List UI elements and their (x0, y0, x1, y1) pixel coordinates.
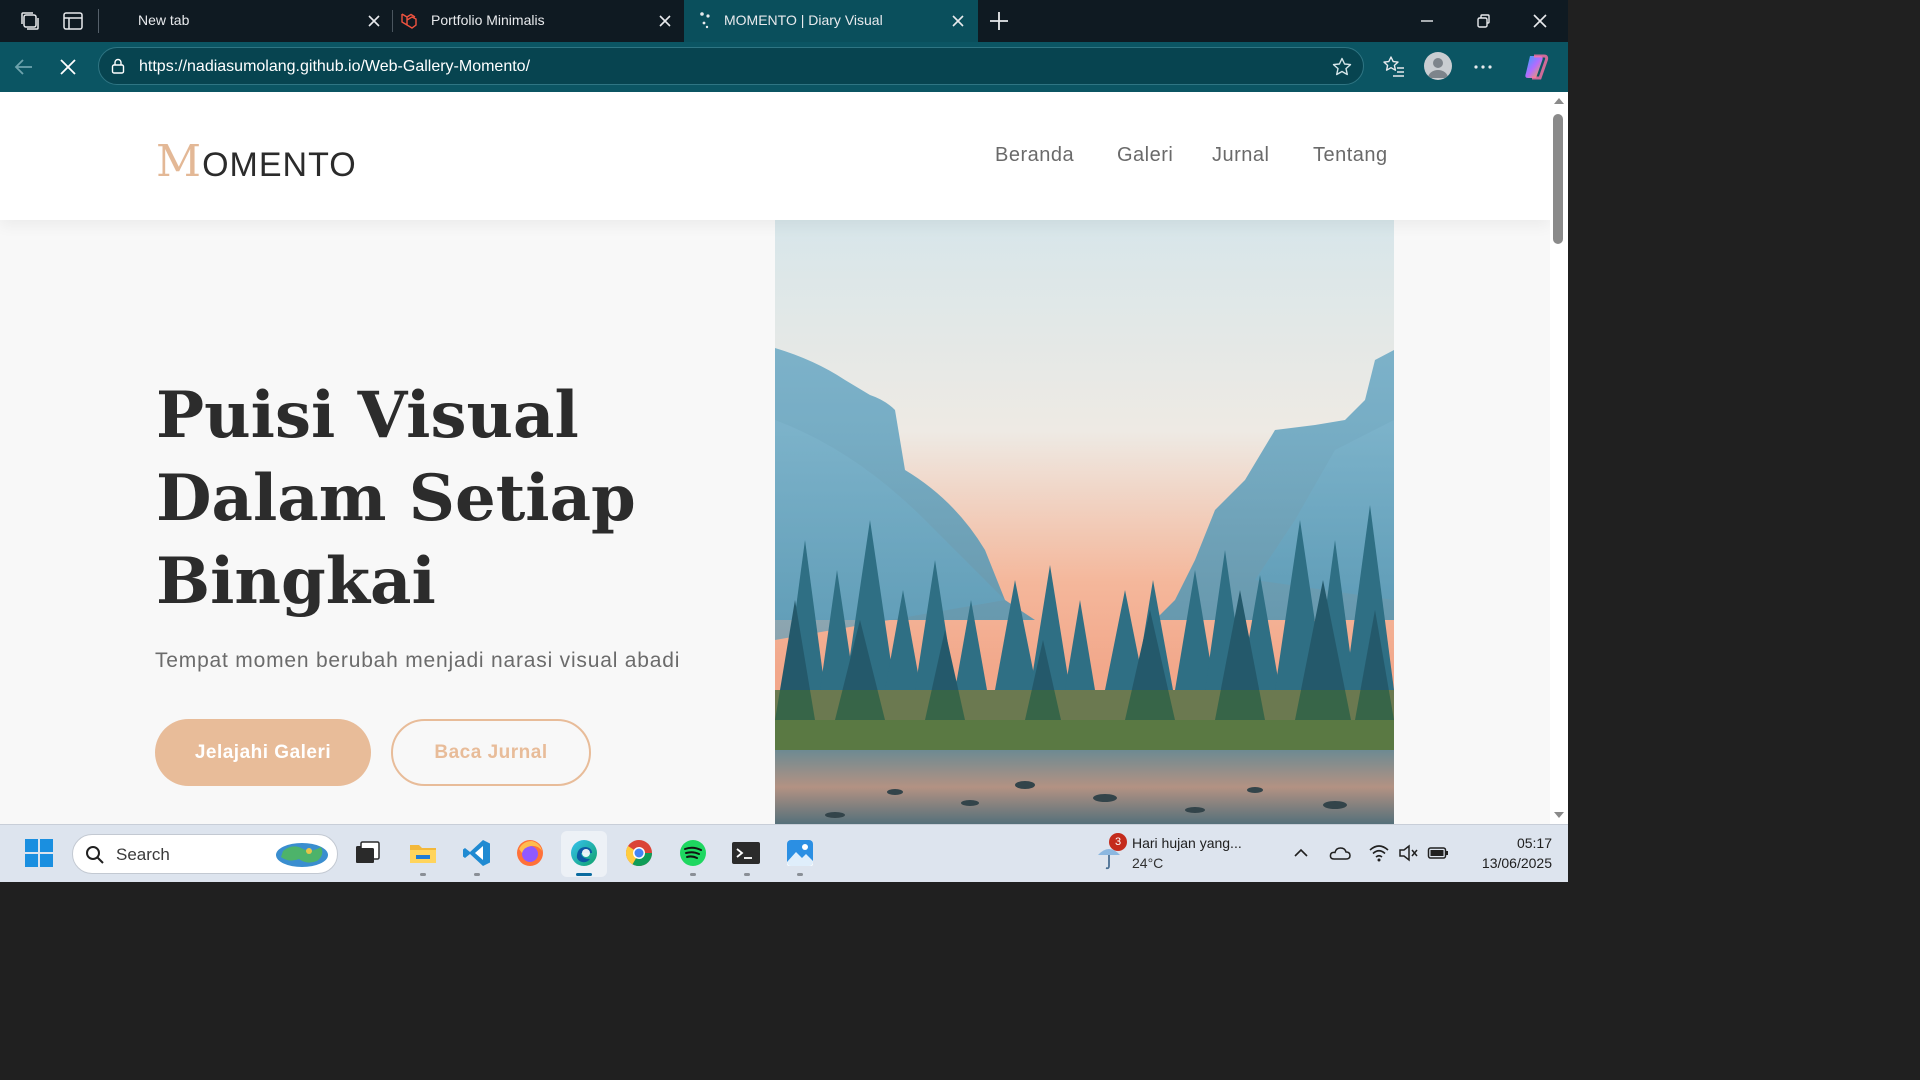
system-clock[interactable]: 05:17 13/06/2025 (1462, 833, 1552, 873)
search-highlight-globe-icon (276, 843, 328, 867)
onedrive-icon[interactable] (1329, 842, 1351, 864)
hero-title-line: Bingkai (156, 544, 436, 619)
weather-description: Hari hujan yang... (1132, 835, 1242, 851)
tab-momento-diary-visual[interactable]: MOMENTO | Diary Visual (684, 0, 978, 42)
nav-link-jurnal[interactable]: Jurnal (1212, 144, 1269, 167)
close-window-icon[interactable] (1527, 8, 1553, 34)
browser-tab-bar: New tab Portfolio Minimalis MOMENTO | Di… (0, 0, 1568, 42)
browser-toolbar: https://nadiasumolang.github.io/Web-Gall… (0, 42, 1568, 92)
chrome-icon[interactable] (623, 837, 655, 869)
more-icon[interactable] (1470, 54, 1496, 80)
minimize-icon[interactable] (1414, 8, 1440, 34)
firefox-icon[interactable] (514, 837, 546, 869)
spotify-icon[interactable] (677, 837, 709, 869)
hero-title: Puisi Visual Dalam Setiap Bingkai (156, 374, 756, 623)
profile-avatar[interactable] (1424, 52, 1452, 80)
site-logo[interactable]: MOMENTO (156, 136, 357, 187)
close-tab-icon[interactable] (948, 11, 968, 31)
hero-subtitle: Tempat momen berubah menjadi narasi visu… (155, 649, 681, 672)
hero-title-line: Dalam Setiap (156, 461, 636, 536)
terminal-icon[interactable] (730, 837, 762, 869)
clock-time: 05:17 (1516, 835, 1552, 851)
back-icon[interactable] (11, 54, 37, 80)
lock-icon[interactable] (109, 57, 127, 75)
tab-title: Portfolio Minimalis (431, 12, 545, 28)
running-indicator (797, 873, 803, 876)
tab-separator (98, 9, 99, 33)
volume-muted-icon[interactable] (1397, 842, 1419, 864)
page-scrollbar[interactable] (1550, 92, 1568, 824)
show-hidden-icons-chevron[interactable] (1290, 842, 1312, 864)
address-bar[interactable]: https://nadiasumolang.github.io/Web-Gall… (98, 47, 1364, 85)
task-view-icon[interactable] (352, 837, 384, 869)
stop-loading-icon[interactable] (55, 54, 81, 80)
logo-initial: M (156, 136, 203, 187)
running-indicator (474, 873, 480, 876)
nav-link-galeri[interactable]: Galeri (1117, 144, 1173, 167)
running-indicator (690, 873, 696, 876)
vscode-icon[interactable] (461, 837, 493, 869)
running-indicator (744, 873, 750, 876)
running-indicator (576, 873, 592, 876)
tab-new-tab[interactable]: New tab (106, 0, 392, 42)
laravel-favicon-icon (401, 13, 417, 29)
scroll-down-icon[interactable] (1553, 810, 1565, 820)
url-text[interactable]: https://nadiasumolang.github.io/Web-Gall… (139, 58, 530, 76)
weather-temperature: 24°C (1132, 855, 1164, 871)
hero-landscape-image (775, 220, 1394, 824)
copilot-icon[interactable] (1521, 52, 1551, 82)
file-explorer-icon[interactable] (407, 837, 439, 869)
loading-spinner-icon (700, 12, 710, 29)
close-tab-icon[interactable] (364, 11, 384, 31)
search-placeholder: Search (116, 845, 170, 864)
web-page: MOMENTO Beranda Galeri Jurnal Tentang Pu… (0, 92, 1550, 824)
site-header: MOMENTO Beranda Galeri Jurnal Tentang (0, 92, 1550, 220)
new-tab-icon[interactable] (987, 9, 1011, 33)
read-journal-button[interactable]: Baca Jurnal (391, 719, 591, 786)
edge-icon[interactable] (568, 837, 600, 869)
windows-taskbar: Search 3 Hari hujan yang... 24°C 05:17 1… (0, 824, 1568, 882)
tab-title: New tab (138, 12, 190, 28)
taskbar-search-box[interactable]: Search (72, 834, 338, 874)
nav-link-beranda[interactable]: Beranda (995, 144, 1074, 167)
scrollbar-thumb[interactable] (1553, 114, 1563, 244)
favorites-icon[interactable] (1381, 54, 1407, 80)
weather-widget[interactable]: 3 Hari hujan yang... 24°C (1094, 831, 1264, 877)
profile-person-icon (1428, 58, 1448, 78)
hero-title-line: Puisi Visual (156, 378, 579, 453)
notification-badge: 3 (1109, 833, 1127, 851)
clock-date: 13/06/2025 (1481, 855, 1552, 871)
tab-portfolio-minimalis[interactable]: Portfolio Minimalis (393, 0, 683, 42)
favorite-star-icon[interactable] (1331, 56, 1353, 78)
scroll-up-icon[interactable] (1553, 96, 1565, 106)
logo-text: OMENTO (202, 146, 357, 184)
battery-icon[interactable] (1427, 842, 1449, 864)
nav-link-tentang[interactable]: Tentang (1313, 144, 1388, 167)
running-indicator (420, 873, 426, 876)
tab-title: MOMENTO | Diary Visual (724, 12, 883, 28)
start-icon[interactable] (23, 837, 55, 869)
workspaces-icon[interactable] (18, 9, 42, 33)
restore-icon[interactable] (1470, 8, 1496, 34)
tab-actions-icon[interactable] (61, 9, 85, 33)
close-tab-icon[interactable] (655, 11, 675, 31)
photos-icon[interactable] (784, 837, 816, 869)
search-icon (86, 846, 104, 864)
explore-gallery-button[interactable]: Jelajahi Galeri (155, 719, 371, 786)
wifi-icon[interactable] (1368, 842, 1390, 864)
